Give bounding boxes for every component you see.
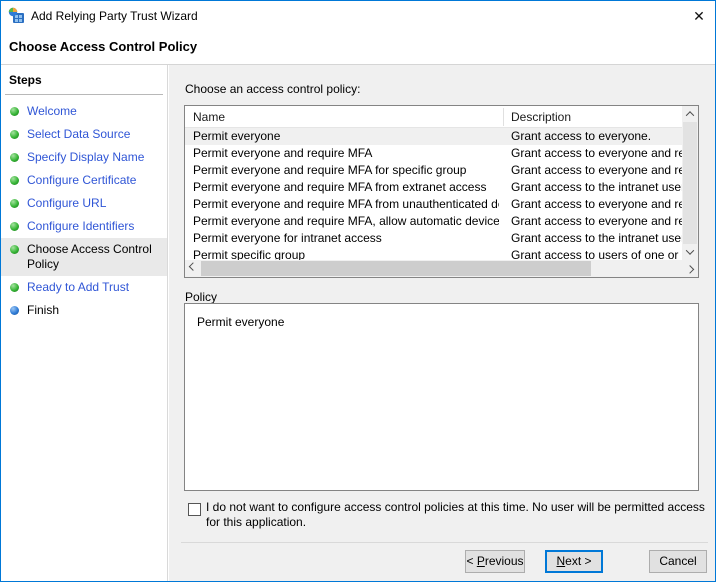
cell-description: Grant access to users of one or more [511, 248, 682, 260]
column-header-name[interactable]: Name [193, 110, 225, 124]
cell-description: Grant access to the intranet users an [511, 180, 682, 194]
scroll-right-icon[interactable] [682, 260, 698, 276]
previous-button[interactable]: < Previous [465, 550, 525, 573]
steps-divider [5, 94, 163, 95]
sidebar-item-ready-to-add-trust[interactable]: Ready to Add Trust [1, 276, 167, 299]
list-rows: Permit everyone Grant access to everyone… [185, 128, 682, 260]
sidebar-item-welcome[interactable]: Welcome [1, 100, 167, 123]
table-row[interactable]: Permit everyone and require MFA from una… [185, 196, 682, 213]
policy-section-label: Policy [185, 290, 218, 304]
scroll-down-icon[interactable] [682, 244, 698, 260]
step-label: Configure Identifiers [27, 219, 135, 233]
sidebar-item-configure-identifiers[interactable]: Configure Identifiers [1, 215, 167, 238]
step-label: Configure Certificate [27, 173, 137, 187]
page-title: Choose Access Control Policy [9, 39, 198, 54]
table-row[interactable]: Permit everyone and require MFA Grant ac… [185, 145, 682, 162]
scroll-left-icon[interactable] [185, 260, 201, 276]
cell-description: Grant access to everyone and requir [511, 146, 682, 160]
table-row[interactable]: Permit everyone for intranet access Gran… [185, 230, 682, 247]
cell-name: Permit everyone [193, 129, 281, 143]
cell-name: Permit everyone and require MFA from una… [193, 197, 499, 211]
table-row[interactable]: Permit everyone Grant access to everyone… [185, 128, 682, 145]
steps-list: Welcome Select Data Source Specify Displ… [1, 100, 167, 322]
step-bullet-icon [10, 107, 19, 116]
step-label: Choose Access Control Policy [27, 242, 152, 271]
button-text: revious [484, 554, 524, 568]
steps-sidebar: Steps Welcome Select Data Source Specify… [1, 65, 168, 581]
table-row[interactable]: Permit specific group Grant access to us… [185, 247, 682, 260]
cell-name: Permit everyone and require MFA, allow a… [193, 214, 499, 228]
scroll-up-icon[interactable] [682, 106, 698, 122]
button-text: N [556, 554, 566, 568]
button-divider [181, 542, 708, 543]
access-control-policy-list: Name Description Permit everyone Grant a… [184, 105, 699, 278]
step-label: Specify Display Name [27, 150, 145, 164]
button-text: < [466, 554, 477, 568]
skip-policy-checkbox[interactable] [188, 503, 201, 516]
horizontal-scrollbar[interactable] [185, 260, 698, 277]
step-bullet-icon [10, 245, 19, 254]
column-header-description[interactable]: Description [511, 110, 571, 124]
button-text: Cancel [659, 554, 697, 568]
step-bullet-icon [10, 283, 19, 292]
skip-policy-checkbox-label[interactable]: I do not want to configure access contro… [206, 500, 708, 530]
sidebar-item-select-data-source[interactable]: Select Data Source [1, 123, 167, 146]
step-bullet-icon [10, 176, 19, 185]
vertical-scrollbar[interactable] [682, 106, 698, 260]
sidebar-item-configure-url[interactable]: Configure URL [1, 192, 167, 215]
table-row[interactable]: Permit everyone and require MFA from ext… [185, 179, 682, 196]
step-label: Finish [27, 303, 60, 317]
cell-name: Permit specific group [193, 248, 306, 260]
step-bullet-icon [10, 153, 19, 162]
button-text: ext > [565, 554, 592, 568]
cell-description: Grant access to the intranet users. [511, 231, 682, 245]
step-label: Select Data Source [27, 127, 131, 141]
step-label: Welcome [27, 104, 77, 118]
vertical-scroll-thumb[interactable] [683, 122, 697, 244]
sidebar-item-configure-certificate[interactable]: Configure Certificate [1, 169, 167, 192]
cell-name: Permit everyone and require MFA for spec… [193, 163, 467, 177]
cancel-button[interactable]: Cancel [649, 550, 707, 573]
close-icon[interactable]: ✕ [685, 4, 713, 28]
wizard-window: Add Relying Party Trust Wizard ✕ Choose … [0, 0, 716, 582]
cell-description: Grant access to everyone. [511, 129, 652, 143]
next-button[interactable]: Next > [545, 550, 603, 573]
cell-name: Permit everyone for intranet access [193, 231, 382, 245]
step-label: Configure URL [27, 196, 107, 210]
button-text: P [476, 554, 485, 568]
horizontal-scroll-thumb[interactable] [201, 261, 591, 276]
list-header-row: Name Description [185, 106, 698, 128]
cell-name: Permit everyone and require MFA from ext… [193, 180, 487, 194]
window-title: Add Relying Party Trust Wizard [31, 9, 198, 23]
cell-name: Permit everyone and require MFA [193, 146, 373, 160]
title-bar: Add Relying Party Trust Wizard ✕ [1, 1, 715, 31]
cell-description: Grant access to everyone and requir [511, 163, 682, 177]
step-label: Ready to Add Trust [27, 280, 130, 294]
table-row[interactable]: Permit everyone and require MFA for spec… [185, 162, 682, 179]
step-bullet-icon [10, 306, 19, 315]
column-separator[interactable] [503, 108, 504, 126]
policy-list-label: Choose an access control policy: [185, 82, 361, 96]
sidebar-item-specify-display-name[interactable]: Specify Display Name [1, 146, 167, 169]
policy-preview-box: Permit everyone [184, 303, 699, 491]
policy-value: Permit everyone [197, 315, 285, 329]
steps-header: Steps [9, 73, 42, 87]
step-bullet-icon [10, 199, 19, 208]
adfs-wizard-icon [8, 7, 24, 23]
step-bullet-icon [10, 222, 19, 231]
table-row[interactable]: Permit everyone and require MFA, allow a… [185, 213, 682, 230]
sidebar-item-choose-access-control-policy[interactable]: Choose Access Control Policy [1, 238, 167, 276]
sidebar-item-finish[interactable]: Finish [1, 299, 167, 322]
step-bullet-icon [10, 130, 19, 139]
cell-description: Grant access to everyone and requir [511, 214, 682, 228]
cell-description: Grant access to everyone and requir [511, 197, 682, 211]
